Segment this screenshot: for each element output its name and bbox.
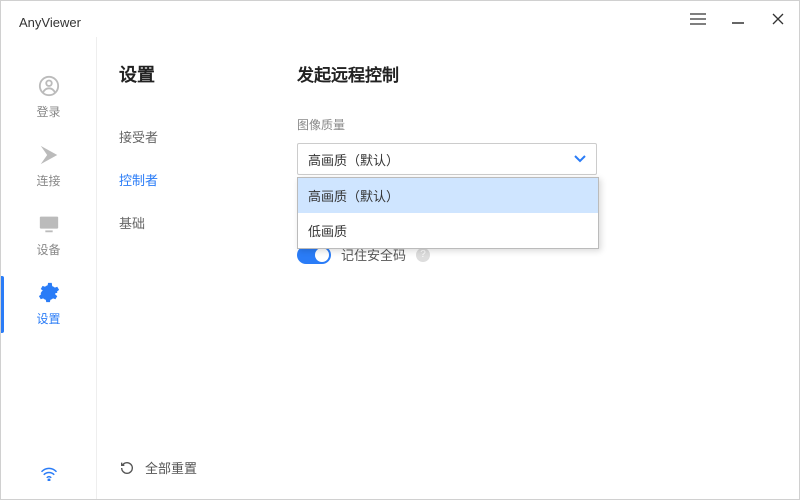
sidebar-item-login[interactable]: 登录: [1, 63, 96, 132]
connect-icon: [38, 144, 60, 166]
sidebar-item-connect[interactable]: 连接: [1, 132, 96, 201]
dropdown-option-low[interactable]: 低画质: [298, 213, 598, 248]
subnav-item-basic[interactable]: 基础: [119, 201, 267, 244]
sidebar: 登录 连接 设备 设置: [1, 37, 97, 499]
settings-subnav: 设置 接受者 控制者 基础 全部重置: [97, 37, 267, 499]
user-icon: [38, 75, 60, 97]
menu-icon[interactable]: [689, 10, 707, 28]
sidebar-item-devices[interactable]: 设备: [1, 201, 96, 270]
select-value: 高画质（默认）: [308, 150, 399, 169]
page-title: 发起远程控制: [297, 61, 769, 86]
app-title: AnyViewer: [19, 15, 81, 30]
app-window: AnyViewer 登录: [0, 0, 800, 500]
gear-icon: [38, 282, 60, 304]
monitor-icon: [38, 213, 60, 235]
titlebar: [1, 1, 799, 37]
subnav-item-receiver[interactable]: 接受者: [119, 115, 267, 158]
window-controls: [689, 10, 787, 28]
close-button[interactable]: [769, 10, 787, 28]
reset-all-button[interactable]: 全部重置: [119, 458, 197, 477]
image-quality-label: 图像质量: [297, 116, 769, 133]
minimize-button[interactable]: [729, 10, 747, 28]
sidebar-item-label: 设备: [36, 241, 60, 258]
sidebar-item-label: 设置: [36, 310, 60, 327]
dropdown-option-high[interactable]: 高画质（默认）: [298, 178, 598, 213]
reset-label: 全部重置: [145, 458, 197, 477]
wifi-icon[interactable]: [1, 467, 96, 481]
help-icon[interactable]: ?: [416, 248, 430, 262]
image-quality-select[interactable]: 高画质（默认） 高画质（默认） 低画质: [297, 143, 597, 175]
undo-icon: [119, 460, 135, 476]
body: 登录 连接 设备 设置: [1, 37, 799, 499]
subnav-title: 设置: [119, 61, 267, 87]
sidebar-item-label: 登录: [36, 103, 60, 120]
sidebar-item-settings[interactable]: 设置: [1, 270, 96, 339]
main-panel: 发起远程控制 图像质量 高画质（默认） 高画质（默认） 低画质 记住安全码 ?: [267, 37, 799, 499]
image-quality-dropdown: 高画质（默认） 低画质: [297, 177, 599, 249]
sidebar-item-label: 连接: [36, 172, 60, 189]
chevron-down-icon: [574, 155, 586, 163]
subnav-item-controller[interactable]: 控制者: [119, 158, 267, 201]
